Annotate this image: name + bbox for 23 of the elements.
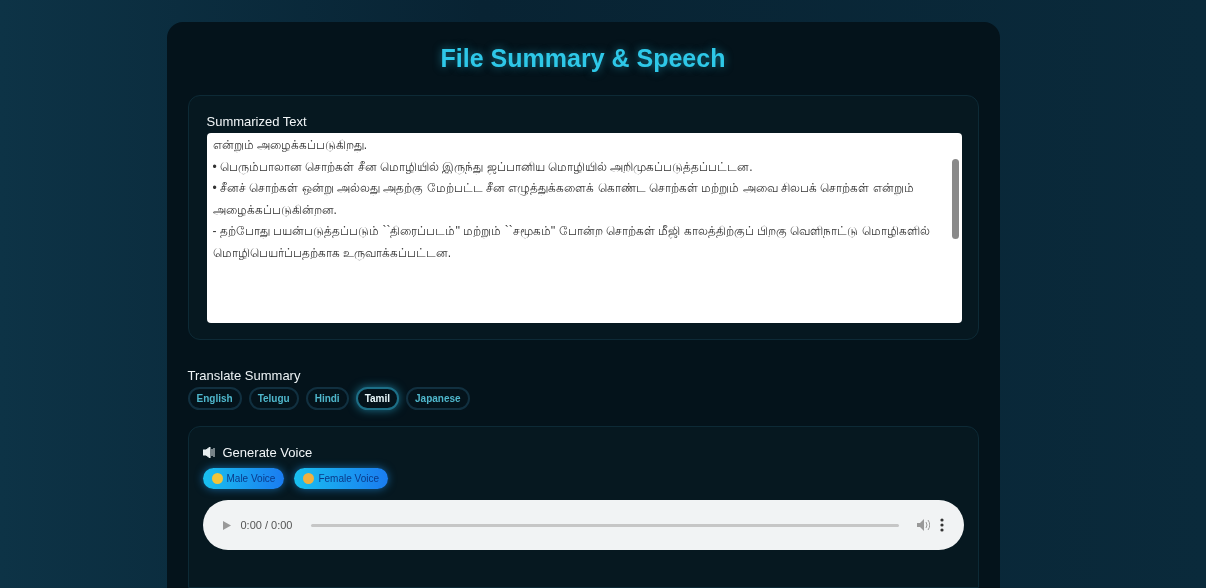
volume-icon[interactable]: [916, 519, 930, 531]
translate-label: Translate Summary: [187, 368, 302, 383]
summary-text-area[interactable]: [206, 133, 962, 323]
time-display: 0:00 / 0:00: [240, 519, 293, 531]
page-title: File Summary & Speech: [439, 44, 727, 73]
voice-button[interactable]: Female Voice: [294, 468, 388, 489]
speaker-icon: [202, 447, 215, 458]
progress-track[interactable]: [310, 523, 899, 527]
language-button[interactable]: Telugu: [248, 387, 299, 410]
voice-label: Generate Voice: [222, 445, 313, 460]
summary-label: Summarized Text: [206, 114, 308, 129]
voice-button[interactable]: Male Voice: [202, 468, 285, 489]
summary-line: • சீனச் சொற்கள் ஒன்று அல்லது அதற்கு மேற்பட்ட சீன எழுத்துக்களைக் கொண்ட சொற்கள் மற்றும் அவை சிலபக் சொற்கள் என்றும் அழைக்கப்படுகின்றன.: [212, 180, 915, 219]
summary-line: • பெரும்பாலான சொற்கள் சீன மொழியில் இருந்து ஜப்பானிய மொழியில் அறிமுகப்படுத்தப்பட்டன.: [212, 158, 754, 177]
language-button[interactable]: Tamil: [355, 387, 400, 410]
play-icon[interactable]: [222, 520, 231, 530]
summary-line: - தற்போது பயன்படுத்தப்படும் ``திரைப்படம்'' மற்றும் ``சமூகம்'' போன்ற சொற்கள் மீஜி காலத்திற்குப் பிறகு வெளிநாட்டு மொழிகளில் மொழிபெயர்ப்பதற்காக உருவாக்கப்பட்டன.: [212, 223, 931, 263]
language-button[interactable]: Japanese: [406, 387, 470, 410]
scrollbar-thumb[interactable]: [951, 159, 959, 239]
more-icon[interactable]: [939, 518, 944, 532]
language-button[interactable]: Hindi: [305, 387, 349, 410]
language-button[interactable]: English: [187, 387, 242, 410]
summary-line: என்றும் அழைக்கப்படுகிறது.: [212, 137, 369, 155]
